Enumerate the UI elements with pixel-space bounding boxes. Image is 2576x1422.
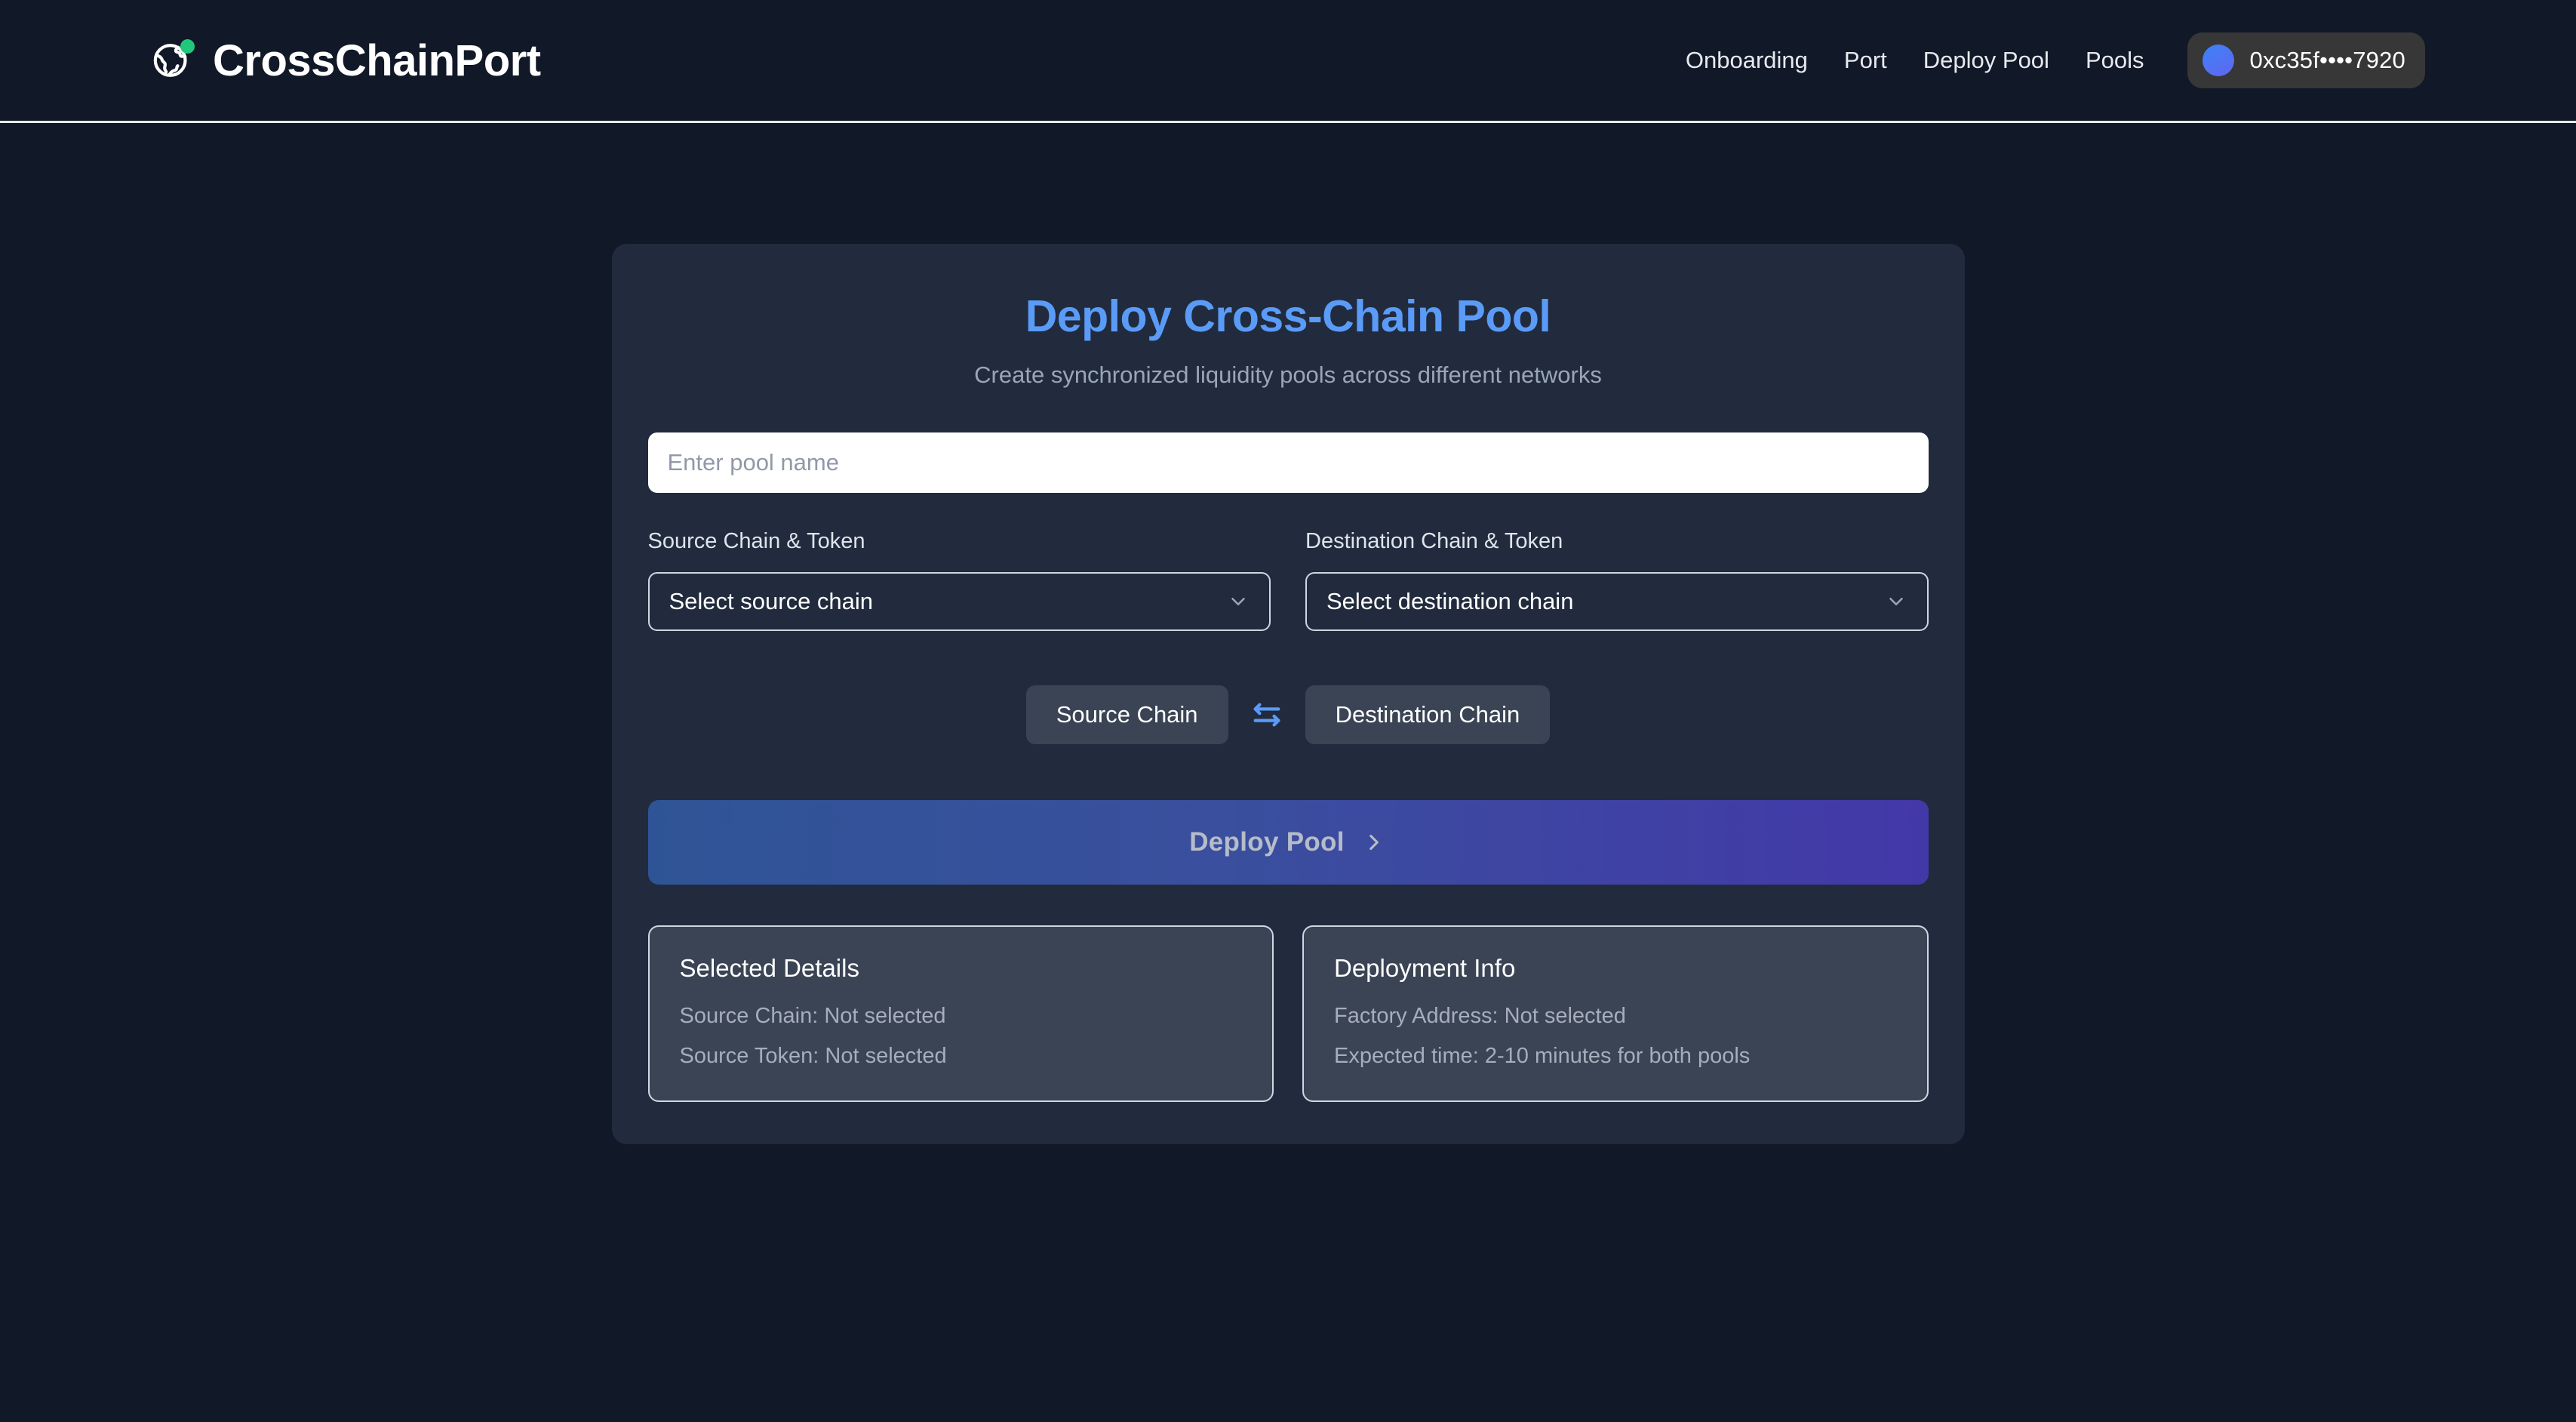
deployment-info-card: Deployment Info Factory Address: Not sel… [1302, 925, 1929, 1102]
online-status-dot [180, 39, 195, 54]
source-chain-column: Source Chain & Token Select source chain [647, 529, 1271, 631]
deploy-pool-button[interactable]: Deploy Pool [647, 800, 1929, 885]
page-body: Deploy Cross-Chain Pool Create synchroni… [0, 123, 2576, 1144]
pool-name-input[interactable] [647, 432, 1929, 493]
destination-chain-label: Destination Chain & Token [1305, 529, 1563, 553]
destination-chain-select[interactable]: Select destination chain [1305, 572, 1929, 631]
brand-logo[interactable]: CrossChainPort [151, 35, 541, 86]
main-nav: Onboarding Port Deploy Pool Pools 0xc35f… [1668, 32, 2425, 88]
destination-chain-selected-value: Select destination chain [1326, 588, 1574, 614]
nav-item-deploy-pool[interactable]: Deploy Pool [1905, 47, 2067, 74]
selected-details-card: Selected Details Source Chain: Not selec… [647, 925, 1274, 1102]
nav-item-port[interactable]: Port [1826, 47, 1905, 74]
deploy-pool-button-label: Deploy Pool [1189, 827, 1345, 857]
selected-details-title: Selected Details [679, 954, 859, 982]
destination-chain-button[interactable]: Destination Chain [1305, 685, 1551, 744]
wallet-avatar-icon [2203, 45, 2235, 76]
app-header: CrossChainPort Onboarding Port Deploy Po… [0, 0, 2576, 123]
wallet-address: 0xc35f••••7920 [2249, 47, 2405, 73]
page-title: Deploy Cross-Chain Pool [1025, 291, 1551, 341]
deploy-pool-panel: Deploy Cross-Chain Pool Create synchroni… [611, 244, 1965, 1144]
source-chain-button[interactable]: Source Chain [1025, 685, 1228, 744]
destination-chain-column: Destination Chain & Token Select destina… [1305, 529, 1929, 631]
deployment-info-title: Deployment Info [1334, 954, 1516, 982]
page-subtitle: Create synchronized liquidity pools acro… [974, 362, 1602, 388]
chevron-down-icon [1889, 598, 1903, 605]
globe-icon [151, 39, 195, 82]
wallet-badge[interactable]: 0xc35f••••7920 [2187, 32, 2425, 88]
nav-item-pools[interactable]: Pools [2067, 47, 2163, 74]
source-chain-label: Source Chain & Token [647, 529, 865, 553]
chevron-down-icon [1231, 598, 1245, 605]
chevron-right-icon [1369, 834, 1379, 851]
info-cards-row: Selected Details Source Chain: Not selec… [647, 925, 1929, 1102]
source-chain-select[interactable]: Select source chain [647, 572, 1271, 631]
selected-details-line: Source Token: Not selected [679, 1044, 947, 1068]
selected-details-line: Source Chain: Not selected [679, 1004, 946, 1028]
source-chain-selected-value: Select source chain [669, 588, 874, 614]
chain-swap-row: Source Chain Destination Chain [648, 685, 1929, 744]
deployment-info-line: Expected time: 2-10 minutes for both poo… [1334, 1044, 1751, 1068]
nav-item-onboarding[interactable]: Onboarding [1668, 47, 1826, 74]
chain-select-row: Source Chain & Token Select source chain… [647, 529, 1929, 631]
deployment-info-line: Factory Address: Not selected [1334, 1004, 1626, 1028]
brand-name: CrossChainPort [213, 35, 541, 85]
swap-horizontal-icon[interactable] [1250, 697, 1284, 732]
